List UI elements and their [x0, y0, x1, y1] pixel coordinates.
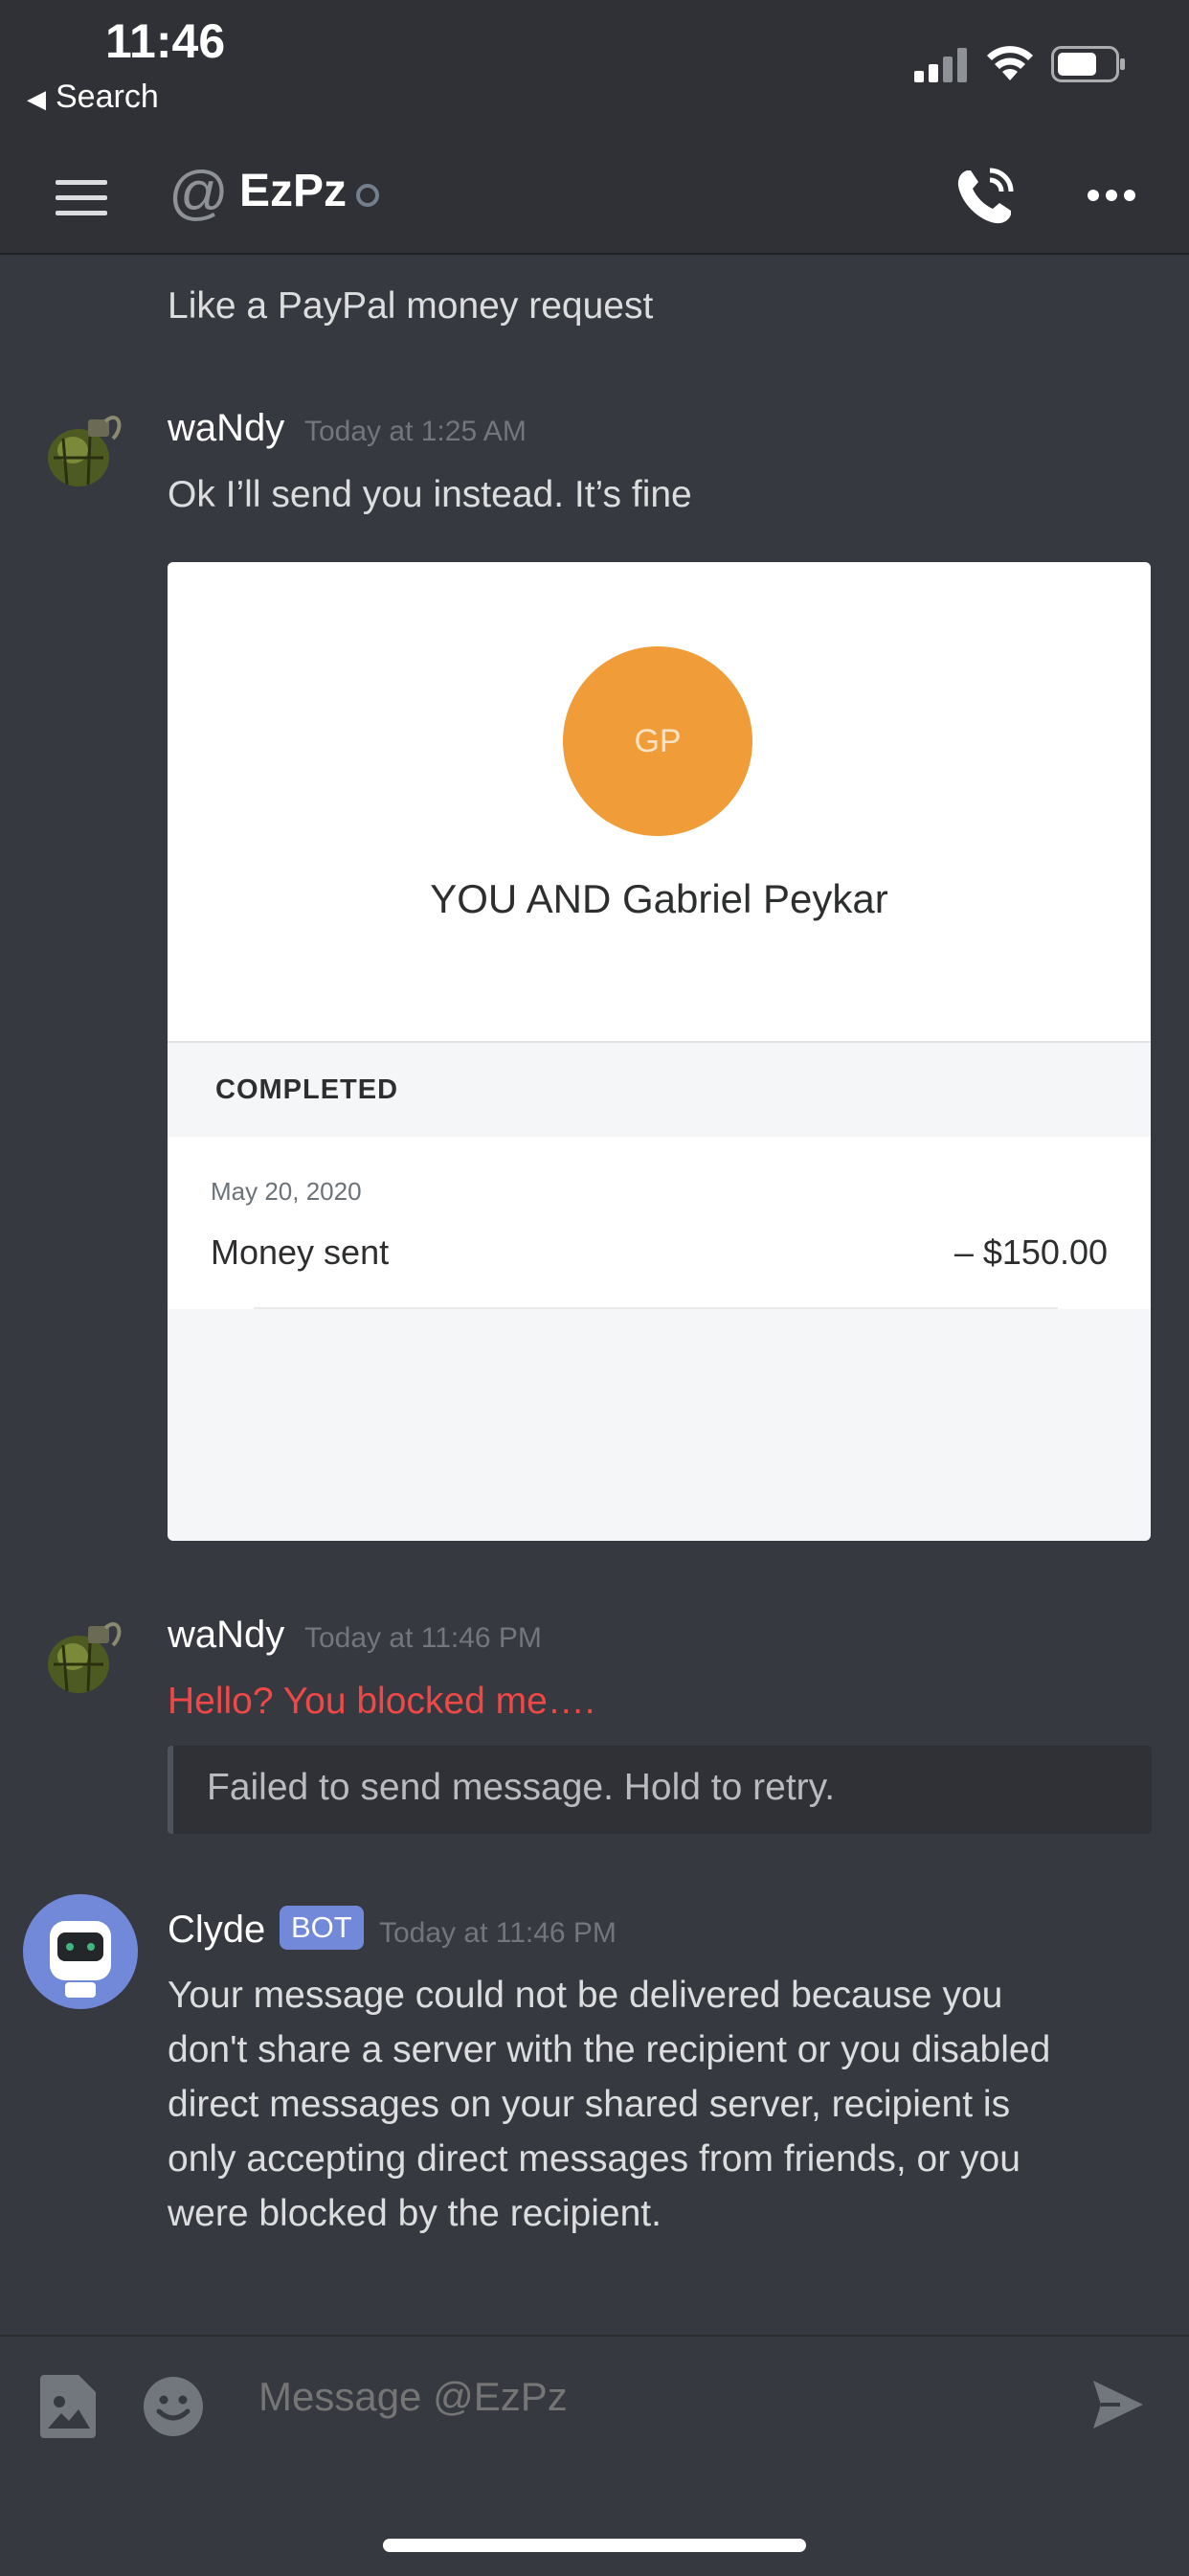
back-arrow-icon: ◀ [27, 84, 46, 113]
clyde-message-text: Your message could not be delivered beca… [168, 1968, 1163, 2241]
initials-avatar: GP [563, 646, 752, 836]
user-avatar[interactable] [34, 400, 130, 496]
back-to-search[interactable]: ◀ Search [27, 79, 159, 116]
failed-message-text[interactable]: Hello? You blocked me…. [168, 1681, 595, 1723]
message-line: don't share a server with the recipient … [168, 2029, 1051, 2070]
offline-status-icon [356, 184, 379, 207]
dm-title[interactable]: EzPz [239, 165, 347, 217]
clyde-bot-avatar[interactable] [23, 1894, 138, 2009]
transaction-amount: – $150.00 [953, 1232, 1108, 1272]
wifi-icon [987, 46, 1033, 80]
voice-call-icon[interactable] [953, 165, 1017, 228]
message-input[interactable] [257, 2373, 1026, 2421]
message-line: direct messages on your shared server, r… [168, 2084, 1011, 2125]
transaction-date: May 20, 2020 [211, 1177, 362, 1206]
emoji-icon[interactable] [142, 2375, 205, 2438]
message-timestamp: Today at 1:25 AM [304, 416, 527, 447]
status-label: COMPLETED [215, 1074, 399, 1105]
status-bar: 11:46 ◀ Search [0, 0, 1189, 144]
failed-send-notice[interactable]: Failed to send message. Hold to retry. [168, 1746, 1152, 1834]
bot-badge: BOT [280, 1906, 364, 1950]
author-name[interactable]: waNdy [168, 407, 284, 450]
message-line: were blocked by the recipient. [168, 2193, 662, 2234]
send-icon[interactable] [1091, 2379, 1145, 2430]
message-line: only accepting direct messages from frie… [168, 2138, 1021, 2180]
attached-image[interactable]: GP YOU AND Gabriel Peykar COMPLETED May … [168, 562, 1151, 1541]
more-options-icon[interactable] [1088, 186, 1135, 205]
home-indicator[interactable] [383, 2539, 806, 2552]
message-text: Like a PayPal money request [168, 285, 654, 327]
menu-icon[interactable] [54, 170, 109, 226]
battery-icon [1051, 46, 1125, 82]
cellular-signal-icon [914, 48, 967, 82]
failed-send-label: Failed to send message. Hold to retry. [207, 1767, 836, 1808]
channel-header: @ EzPz [0, 144, 1189, 255]
transaction-label: Money sent [211, 1232, 390, 1272]
message-line: Your message could not be delivered beca… [168, 1975, 1003, 2016]
back-label: Search [56, 79, 159, 115]
paypal-header: GP YOU AND Gabriel Peykar [168, 562, 1151, 1043]
user-avatar[interactable] [34, 1607, 130, 1703]
at-icon: @ [168, 160, 229, 226]
message-timestamp: Today at 11:46 PM [304, 1622, 542, 1654]
clock: 11:46 [105, 14, 226, 68]
transaction-row: May 20, 2020 Money sent – $150.00 [168, 1137, 1151, 1309]
contact-name: YOU AND Gabriel Peykar [430, 876, 888, 921]
author-name[interactable]: waNdy [168, 1614, 284, 1657]
message-text: Ok I’ll send you instead. It’s fine [168, 474, 692, 515]
author-name[interactable]: Clyde [168, 1909, 265, 1952]
divider [254, 1307, 1058, 1309]
message-timestamp: Today at 11:46 PM [379, 1917, 617, 1949]
image-upload-icon[interactable] [40, 2375, 96, 2438]
